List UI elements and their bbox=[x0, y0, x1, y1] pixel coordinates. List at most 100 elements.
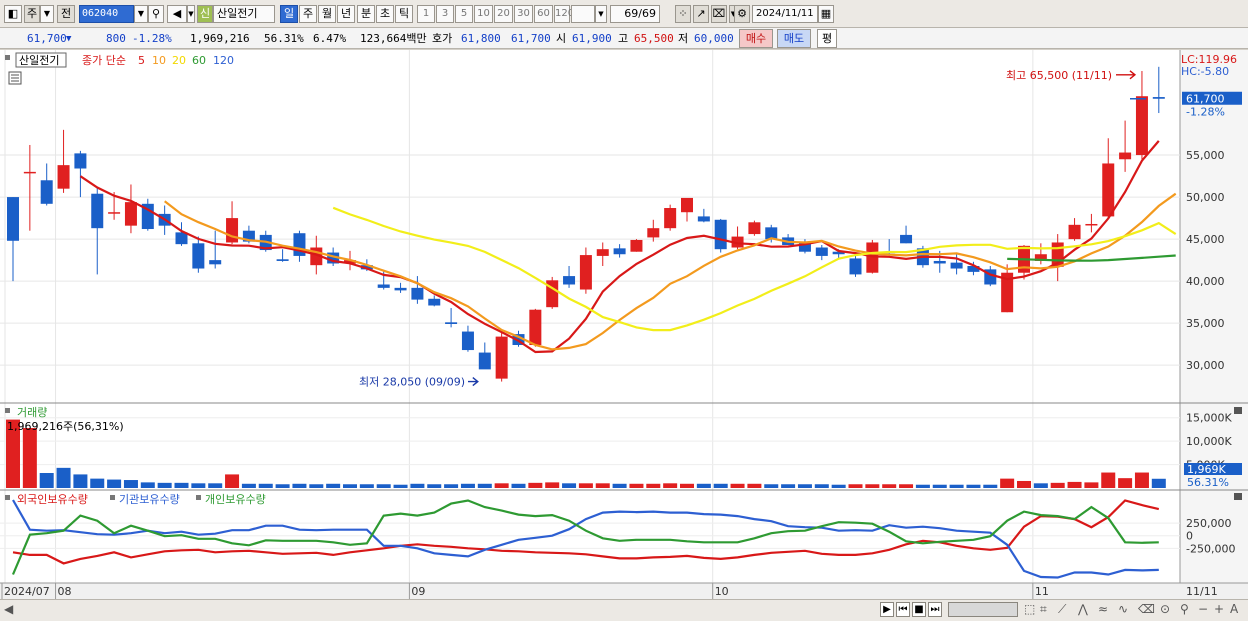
text-tool-icon[interactable]: A bbox=[1230, 602, 1238, 616]
volume-bar bbox=[663, 483, 678, 488]
grid-icon[interactable]: ⁘ bbox=[675, 5, 691, 23]
settings-icon[interactable]: ⚙ bbox=[734, 5, 750, 23]
market-dropdown-icon[interactable]: ▼ bbox=[40, 5, 54, 23]
legend-stock-name: 산일전기 bbox=[19, 53, 59, 67]
interval-30[interactable]: 30 bbox=[514, 5, 533, 23]
interval-60[interactable]: 60 bbox=[534, 5, 553, 23]
open-label: 시 bbox=[556, 32, 567, 45]
candle-body bbox=[445, 322, 458, 324]
status-bar: ◀ ▶ ⏮ ■ ⏭ ⬚ ⌗ ⟋ ⋀ ≈ ∿ ⌫ ⊙ ⚲ − + A bbox=[0, 599, 1248, 621]
volume-bar bbox=[882, 484, 897, 488]
fast-forward-icon[interactable]: ⏭ bbox=[928, 602, 942, 617]
speaker-dropdown-icon[interactable]: ▼ bbox=[187, 5, 195, 23]
play-icon[interactable]: ▶ bbox=[880, 602, 894, 617]
date-tick-label: 08 bbox=[58, 585, 72, 598]
candle-body bbox=[411, 287, 424, 300]
zoom-icon[interactable]: ⚲ bbox=[1180, 602, 1189, 616]
volume-last-label: 1,969K bbox=[1187, 463, 1226, 476]
period-tab-minute[interactable]: 분 bbox=[357, 5, 375, 23]
candle-body bbox=[647, 228, 660, 238]
volume-bar bbox=[680, 483, 694, 488]
candle-body bbox=[276, 259, 289, 261]
speaker-icon[interactable]: ◀ bbox=[167, 5, 187, 23]
scroll-left-icon[interactable]: ◀ bbox=[4, 602, 13, 616]
trendline-icon[interactable]: ⟋ bbox=[1058, 602, 1066, 617]
custom-interval-dropdown-icon[interactable]: ▼ bbox=[595, 5, 607, 23]
select-icon[interactable]: ⬚ bbox=[1024, 602, 1035, 616]
volume-bar bbox=[848, 484, 863, 488]
market-select[interactable]: 주 bbox=[24, 5, 40, 23]
code-dropdown-icon[interactable]: ▼ bbox=[134, 5, 148, 23]
candle-body bbox=[1068, 224, 1081, 240]
search-icon[interactable]: ⚲ bbox=[148, 5, 164, 23]
volume-bar bbox=[730, 483, 745, 488]
export-icon[interactable]: ⌧ bbox=[711, 5, 727, 23]
volume-bar bbox=[1067, 481, 1082, 488]
volume-bar bbox=[814, 484, 829, 488]
stop-icon[interactable]: ■ bbox=[912, 602, 926, 617]
volume-bar bbox=[393, 484, 408, 488]
rewind-icon[interactable]: ⏮ bbox=[896, 602, 910, 617]
crosshair-icon[interactable]: ⌗ bbox=[1040, 602, 1047, 617]
zoom-slider[interactable] bbox=[948, 602, 1018, 617]
candle-body bbox=[124, 202, 137, 226]
interval-20[interactable]: 20 bbox=[494, 5, 513, 23]
candle-body bbox=[630, 239, 643, 252]
candle-body bbox=[748, 222, 761, 235]
interval-5[interactable]: 5 bbox=[455, 5, 473, 23]
quote-bar: 61,700 ▼ 800 -1.28% 1,969,216 56.31% 6.4… bbox=[0, 28, 1248, 49]
eval-button[interactable]: 평 bbox=[817, 29, 837, 48]
holdings-panel-close-icon[interactable] bbox=[1234, 493, 1242, 500]
interval-10[interactable]: 10 bbox=[474, 5, 493, 23]
calendar-icon[interactable]: ▦ bbox=[818, 5, 834, 23]
period-tab-day[interactable]: 일 bbox=[280, 5, 298, 23]
channel-icon[interactable]: ≈ bbox=[1098, 602, 1108, 616]
candle-body bbox=[664, 208, 677, 229]
down-arrow-icon: ▼ bbox=[66, 34, 72, 44]
magnet-icon[interactable]: ⊙ bbox=[1160, 602, 1170, 616]
volume-bar bbox=[444, 484, 459, 488]
date-field[interactable]: 2024/11/11 bbox=[752, 5, 818, 23]
erase-icon[interactable]: ⌫ bbox=[1138, 602, 1155, 616]
volume-bar bbox=[949, 484, 964, 488]
candle-body bbox=[529, 309, 542, 346]
volume-bar bbox=[225, 474, 240, 488]
volume-bar bbox=[545, 482, 560, 488]
code-input[interactable]: 062040 bbox=[79, 5, 134, 23]
window-menu-icon[interactable]: ◧ bbox=[4, 5, 22, 23]
custom-interval-input[interactable] bbox=[571, 5, 595, 23]
period-tab-week[interactable]: 주 bbox=[299, 5, 317, 23]
period-tab-second[interactable]: 초 bbox=[376, 5, 394, 23]
buy-button[interactable]: 매수 bbox=[739, 29, 773, 48]
period-tab-year[interactable]: 년 bbox=[337, 5, 355, 23]
volume-bar bbox=[241, 483, 256, 488]
high-label: 고 bbox=[618, 32, 629, 45]
stock-name-field: 산일전기 bbox=[213, 5, 275, 23]
fibonacci-icon[interactable]: ⋀ bbox=[1078, 602, 1088, 616]
candle-body bbox=[428, 298, 441, 306]
price-tick-label: 50,000 bbox=[1186, 191, 1225, 204]
interval-1[interactable]: 1 bbox=[417, 5, 435, 23]
max-price-annotation: 최고 65,500 (11/11) bbox=[1006, 69, 1112, 82]
volume-panel-close-icon[interactable] bbox=[1234, 407, 1242, 414]
candle-body bbox=[563, 276, 576, 285]
sell-button[interactable]: 매도 bbox=[777, 29, 811, 48]
bid-price-1: 61,800 bbox=[461, 32, 501, 45]
volume-bar bbox=[410, 483, 425, 488]
interval-120[interactable]: 120 bbox=[554, 5, 574, 23]
prev-button[interactable]: 전 bbox=[57, 5, 75, 23]
volume-bar bbox=[865, 484, 880, 488]
zoom-in-icon[interactable]: + bbox=[1214, 602, 1224, 616]
current-price: 61,700 bbox=[27, 32, 67, 45]
draw-icon[interactable]: ↗ bbox=[693, 5, 709, 23]
interval-3[interactable]: 3 bbox=[436, 5, 454, 23]
period-tab-month[interactable]: 월 bbox=[318, 5, 336, 23]
zoom-out-icon[interactable]: − bbox=[1198, 602, 1208, 616]
price-tick-label: 45,000 bbox=[1186, 233, 1225, 246]
volume-ratio: 56.31% bbox=[264, 32, 304, 45]
wave-icon[interactable]: ∿ bbox=[1118, 602, 1128, 616]
period-tab-tick[interactable]: 틱 bbox=[395, 5, 413, 23]
volume-bar bbox=[140, 482, 155, 488]
volume-tick-label: 15,000K bbox=[1186, 412, 1232, 425]
candle-body bbox=[226, 218, 239, 243]
